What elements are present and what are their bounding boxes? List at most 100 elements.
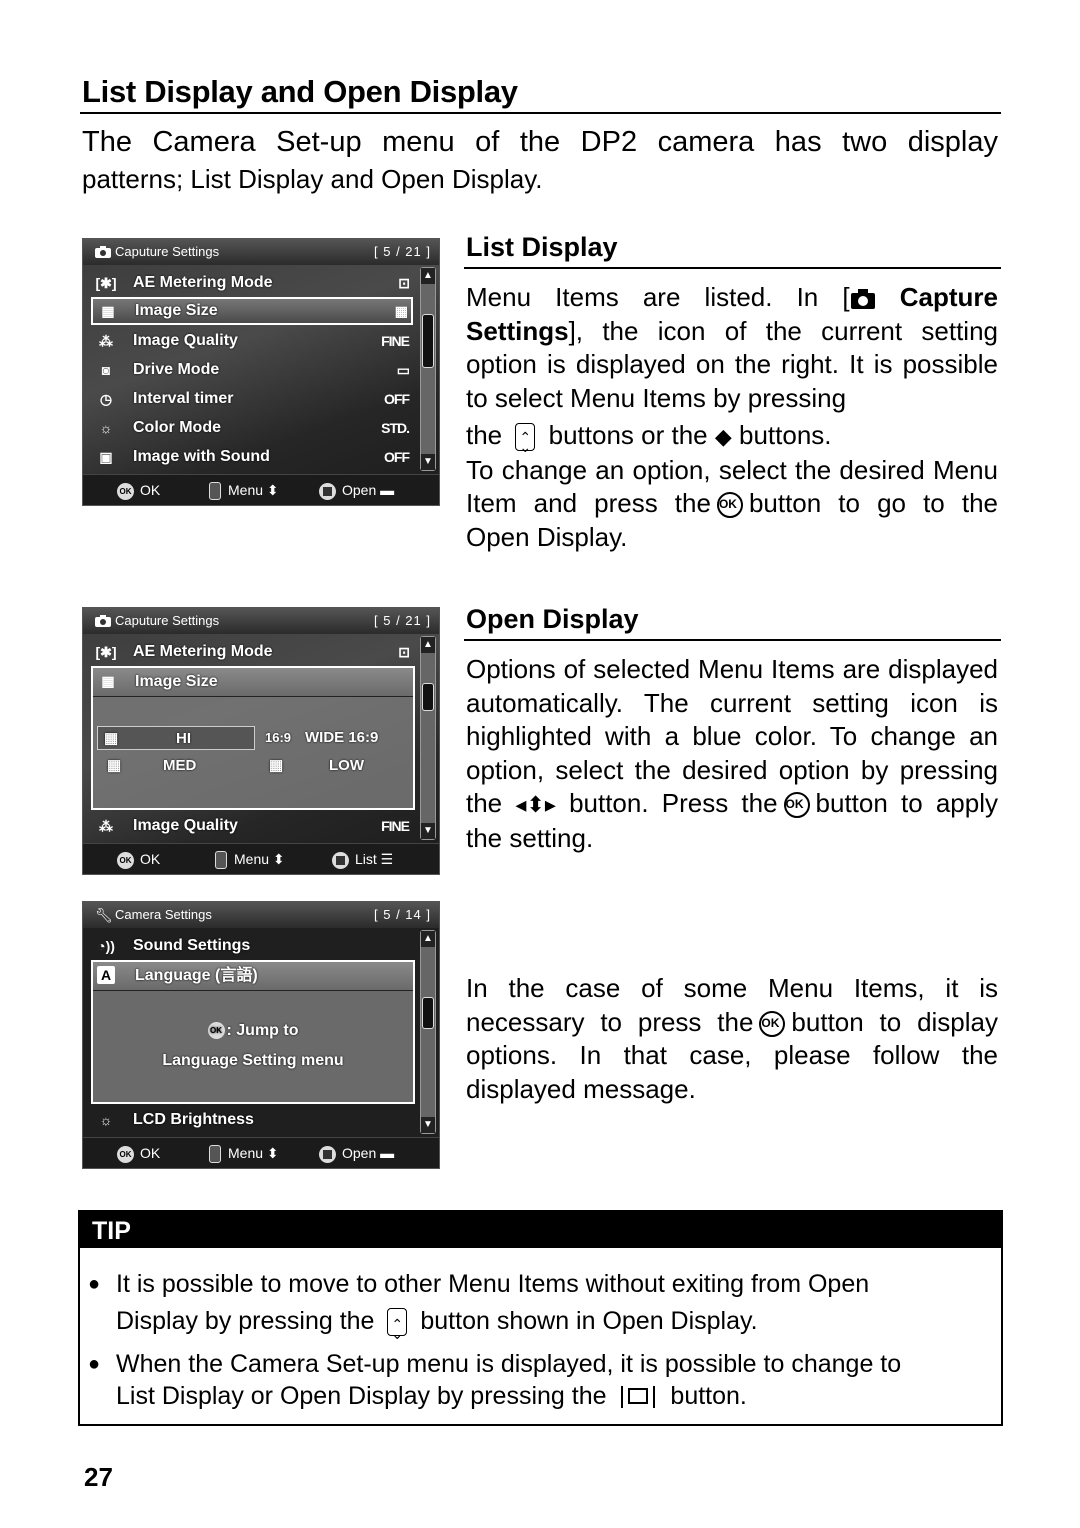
scroll-down-icon[interactable]: ▼ bbox=[421, 823, 435, 839]
tip-item-1: ● It is possible to move to other Menu I… bbox=[88, 1266, 981, 1353]
scroll-down-icon[interactable]: ▼ bbox=[421, 454, 435, 470]
intro-paragraph: The Camera Set-up menu of the DP2 camera… bbox=[82, 124, 998, 198]
list-display-screenshot: Caputure Settings [ 5 / 21 ] [✱] AE Mete… bbox=[82, 238, 440, 506]
image-size-options-panel: ▦ Image Size ▦ HI 16:9 WIDE 16:9 ▦ MED ▦… bbox=[91, 666, 415, 810]
note-paragraph: In the case of some Menu Items, it is ne… bbox=[466, 973, 998, 1104]
open-display-rule bbox=[464, 639, 1001, 641]
jump-message-line-1: OK: Jump to bbox=[93, 1022, 413, 1040]
scroll-up-icon[interactable]: ▲ bbox=[421, 268, 435, 284]
menu-item-sound-settings[interactable]: ◔)) Sound Settings bbox=[91, 932, 413, 960]
ae-metering-icon: [✱] bbox=[95, 644, 117, 660]
screen-title-bar: Caputure Settings [ 5 / 21 ] bbox=[83, 608, 439, 634]
footer-ok: OK OK bbox=[117, 1138, 160, 1168]
menu-item-image-size[interactable]: ▦ Image Size ▦ bbox=[91, 297, 413, 325]
screen-footer: OK OK Menu ⬍ Open ▬ bbox=[83, 1137, 439, 1168]
intro-line-1: The Camera Set-up menu of the DP2 camera… bbox=[82, 126, 998, 158]
display-key-icon bbox=[332, 851, 349, 869]
screen-footer: OK OK Menu ⬍ Open ▬ bbox=[83, 474, 439, 505]
scroll-thumb[interactable] bbox=[422, 997, 434, 1029]
screen-title-bar: 🔧︎ Camera Settings [ 5 / 14 ] bbox=[83, 902, 439, 928]
image-size-hi-icon: ▦ bbox=[104, 730, 119, 747]
screen-title-bar: Caputure Settings [ 5 / 21 ] bbox=[83, 239, 439, 265]
list-display-heading: List Display bbox=[466, 232, 618, 262]
ok-button-icon: OK bbox=[759, 1010, 786, 1037]
option-low[interactable]: ▦ LOW bbox=[265, 754, 415, 778]
footer-open: Open ▬ bbox=[319, 1138, 394, 1168]
scrollbar[interactable]: ▲ ▼ bbox=[420, 636, 436, 840]
ok-button-icon: OK bbox=[207, 1022, 225, 1040]
current-value: ⊡ bbox=[398, 644, 410, 660]
menu-item-ae-metering[interactable]: [✱] AE Metering Mode ⊡ bbox=[91, 269, 413, 297]
image-quality-icon: ⁂ bbox=[99, 818, 113, 834]
four-way-arrow-icon: ◂⬍▸ bbox=[515, 792, 556, 817]
up-down-key-icon bbox=[387, 1306, 408, 1353]
current-value: OFF bbox=[384, 391, 410, 407]
current-value: ▭ bbox=[396, 362, 410, 378]
camera-icon bbox=[850, 289, 875, 310]
wrench-icon: 🔧︎ bbox=[95, 907, 113, 923]
option-med[interactable]: ▦ MED bbox=[97, 754, 255, 778]
screen-footer: OK OK Menu ⬍ List ☰ bbox=[83, 843, 439, 874]
list-display-rule bbox=[464, 267, 1001, 269]
menu-item-image-with-sound[interactable]: ▣ Image with Sound OFF bbox=[91, 443, 413, 471]
scroll-thumb[interactable] bbox=[422, 683, 434, 711]
current-value: OFF bbox=[384, 449, 410, 465]
footer-menu: Menu ⬍ bbox=[215, 844, 285, 874]
title-rule bbox=[80, 112, 1001, 114]
screen-title: Camera Settings bbox=[115, 907, 212, 922]
interval-timer-icon: ◷ bbox=[99, 391, 113, 407]
scroll-up-icon[interactable]: ▲ bbox=[421, 931, 435, 947]
display-key-icon bbox=[319, 1145, 336, 1163]
menu-item-image-quality[interactable]: ⁂ Image Quality FINE bbox=[91, 327, 413, 355]
menu-key-icon bbox=[215, 851, 227, 870]
language-panel: A Language (言語) OK: Jump to Language Set… bbox=[91, 960, 415, 1104]
scroll-up-icon[interactable]: ▲ bbox=[421, 637, 435, 653]
panel-header: A Language (言語) bbox=[93, 962, 413, 991]
menu-item-ae-metering[interactable]: [✱] AE Metering Mode ⊡ bbox=[91, 638, 413, 666]
image-size-low-icon: ▦ bbox=[269, 757, 284, 774]
scrollbar[interactable]: ▲ ▼ bbox=[420, 267, 436, 471]
menu-item-image-quality[interactable]: ⁂ Image Quality FINE bbox=[91, 812, 413, 840]
current-value: ▦ bbox=[394, 303, 408, 319]
image-with-sound-icon: ▣ bbox=[99, 449, 113, 465]
display-button-icon bbox=[621, 1386, 656, 1409]
language-icon: A bbox=[97, 966, 115, 984]
intro-line-2: patterns; List Display and Open Display. bbox=[82, 164, 543, 194]
option-wide[interactable]: 16:9 WIDE 16:9 bbox=[265, 726, 415, 750]
ae-metering-icon: [✱] bbox=[95, 275, 117, 291]
sound-icon: ◔)) bbox=[97, 938, 115, 954]
menu-item-color-mode[interactable]: ☼ Color Mode STD. bbox=[91, 414, 413, 442]
current-value: ⊡ bbox=[398, 275, 410, 291]
up-down-key-icon bbox=[515, 421, 536, 465]
screen-page-indicator: [ 5 / 21 ] bbox=[374, 244, 431, 259]
scroll-thumb[interactable] bbox=[422, 314, 434, 368]
tip-heading: TIP bbox=[80, 1212, 1001, 1248]
ok-button-icon: OK bbox=[117, 1145, 134, 1163]
panel-header: ▦ Image Size bbox=[93, 668, 413, 697]
drive-mode-icon: ◙ bbox=[101, 362, 111, 378]
scroll-down-icon[interactable]: ▼ bbox=[421, 1117, 435, 1133]
camera-settings-screenshot: 🔧︎ Camera Settings [ 5 / 14 ] ◔)) Sound … bbox=[82, 901, 440, 1169]
menu-item-interval-timer[interactable]: ◷ Interval timer OFF bbox=[91, 385, 413, 413]
scrollbar[interactable]: ▲ ▼ bbox=[420, 930, 436, 1134]
footer-open: Open ▬ bbox=[319, 475, 394, 505]
image-size-icon: ▦ bbox=[101, 673, 115, 689]
wide-16-9-icon: 16:9 bbox=[265, 730, 292, 745]
page-number: 27 bbox=[84, 1462, 113, 1492]
footer-ok: OK OK bbox=[117, 844, 160, 874]
open-display-paragraph: Options of selected Menu Items are displ… bbox=[466, 654, 999, 853]
tip-box: TIP ● It is possible to move to other Me… bbox=[78, 1210, 1003, 1426]
screen-title: Caputure Settings bbox=[115, 613, 220, 628]
jump-message-line-2: Language Setting menu bbox=[162, 1052, 344, 1069]
ok-button-icon: OK bbox=[716, 492, 743, 519]
menu-item-lcd-brightness[interactable]: ☼ LCD Brightness bbox=[91, 1106, 413, 1134]
screen-title: Caputure Settings bbox=[115, 244, 220, 259]
option-hi[interactable]: ▦ HI bbox=[97, 726, 255, 750]
page-title: List Display and Open Display bbox=[82, 74, 518, 109]
menu-item-drive-mode[interactable]: ◙ Drive Mode ▭ bbox=[91, 356, 413, 384]
current-value: FINE bbox=[381, 333, 410, 349]
bullet-icon: ● bbox=[88, 1273, 101, 1295]
image-size-med-icon: ▦ bbox=[107, 757, 122, 774]
menu-key-icon bbox=[209, 1145, 221, 1164]
current-value: FINE bbox=[381, 818, 410, 834]
